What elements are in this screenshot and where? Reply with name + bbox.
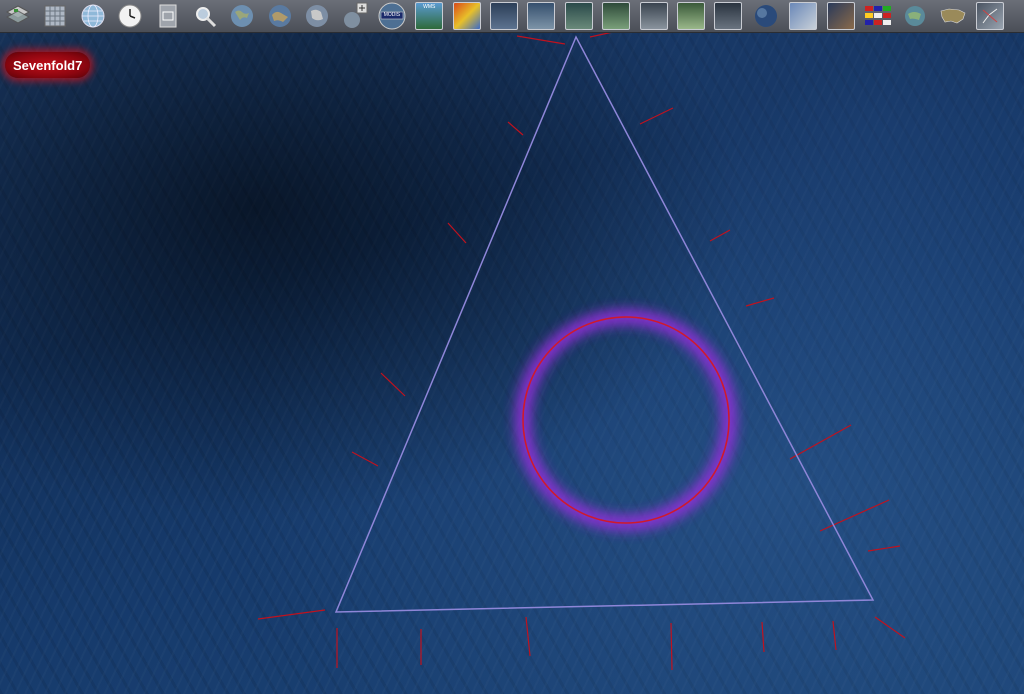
earth-icon[interactable] bbox=[901, 2, 929, 30]
satellite-icon[interactable]: MODIS bbox=[378, 2, 406, 30]
clock-icon[interactable] bbox=[116, 2, 144, 30]
add-layer-icon[interactable] bbox=[341, 2, 369, 30]
wms-caption: WMS bbox=[423, 4, 436, 10]
heatmap-icon[interactable] bbox=[452, 2, 481, 30]
wms-icon[interactable]: WMS bbox=[415, 2, 444, 30]
globe-grid-icon[interactable] bbox=[79, 2, 107, 30]
map-thumbnail-icon[interactable] bbox=[714, 2, 743, 30]
usa-map-icon[interactable] bbox=[939, 2, 967, 30]
map-thumbnail-icon[interactable] bbox=[564, 2, 593, 30]
map-thumbnail-icon[interactable] bbox=[527, 2, 556, 30]
search-icon[interactable] bbox=[191, 2, 219, 30]
map-icon[interactable] bbox=[826, 2, 855, 30]
red-tick-marks bbox=[257, 29, 906, 671]
layer-icon[interactable] bbox=[976, 2, 1005, 30]
user-name-badge: Sevenfold7 bbox=[5, 52, 91, 78]
map-icon[interactable] bbox=[789, 2, 818, 30]
target-ring[interactable] bbox=[515, 309, 737, 531]
modis-caption: MODIS bbox=[383, 12, 401, 18]
map-overlay bbox=[257, 29, 906, 671]
layers-icon[interactable] bbox=[4, 2, 32, 30]
flags-icon[interactable] bbox=[864, 2, 892, 30]
user-name: Sevenfold7 bbox=[13, 57, 83, 73]
earth-icon[interactable] bbox=[752, 2, 780, 30]
map-thumbnail-icon[interactable] bbox=[677, 2, 706, 30]
screenshot-icon[interactable] bbox=[154, 2, 182, 30]
map-thumbnail-icon[interactable] bbox=[490, 2, 519, 30]
grid-icon[interactable] bbox=[41, 2, 69, 30]
layer-toolbar: MODIS WMS bbox=[0, 0, 1024, 33]
map-thumbnail-icon[interactable] bbox=[602, 2, 631, 30]
earth-icon[interactable] bbox=[266, 2, 294, 30]
earth-icon[interactable] bbox=[303, 2, 331, 30]
map-thumbnail-icon[interactable] bbox=[639, 2, 668, 30]
earth-icon[interactable] bbox=[228, 2, 256, 30]
